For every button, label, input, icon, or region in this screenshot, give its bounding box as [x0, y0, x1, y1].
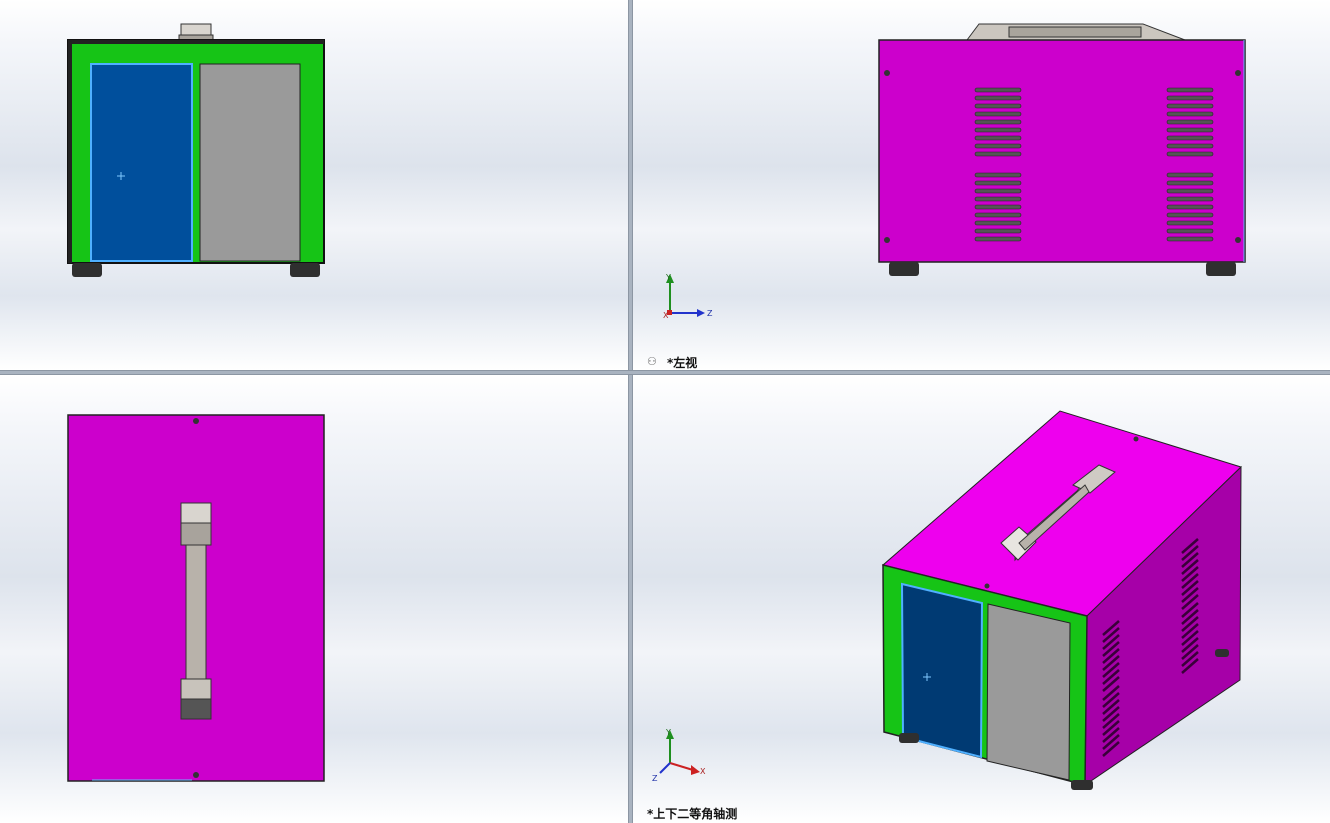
triad-x-label: X [663, 311, 669, 320]
vent-slot [974, 172, 1022, 178]
vent-slot [1166, 151, 1214, 157]
vent-slot [974, 135, 1022, 141]
vent-slot [1166, 188, 1214, 194]
triad-z-label: Z [707, 309, 713, 318]
glasses-icon: ⚇ [647, 355, 657, 368]
vent-slot [1166, 143, 1214, 149]
vent-slot [1166, 127, 1214, 133]
gray-panel [199, 63, 301, 262]
vent-slot [974, 236, 1022, 242]
vent-slot [974, 151, 1022, 157]
vent-slot [1166, 135, 1214, 141]
front-frame-edge [68, 40, 72, 263]
vent-slot [974, 228, 1022, 234]
left-view-viewport[interactable]: Y Z X ⚇ *左视 [633, 0, 1330, 370]
top-view-drawing [67, 414, 325, 782]
vent-slot [1166, 180, 1214, 186]
vent-slot [1166, 119, 1214, 125]
viewport-splitter-vertical[interactable] [628, 0, 633, 823]
vent-slot [974, 119, 1022, 125]
vent-slot [974, 188, 1022, 194]
vent-slot [974, 143, 1022, 149]
vent-slot [974, 103, 1022, 109]
vent-slot [1166, 196, 1214, 202]
handle-end-bottom [180, 678, 212, 700]
vent-slot [974, 87, 1022, 93]
left-view-drawing: Y Z X [663, 23, 1246, 320]
foot-right [1206, 262, 1236, 276]
vent-slot [974, 212, 1022, 218]
vent-slot [1166, 220, 1214, 226]
front-view-drawing [67, 23, 325, 277]
vent-slot [974, 180, 1022, 186]
viewport-splitter-horizontal[interactable] [0, 370, 1330, 375]
foot-left [72, 263, 102, 277]
blue-door [90, 63, 193, 262]
iso-gray-panel [986, 603, 1071, 781]
vent-slot [974, 111, 1022, 117]
vent-slot [974, 127, 1022, 133]
vent-slot [1166, 87, 1214, 93]
handle-end-top [180, 502, 212, 524]
vent-slot [1166, 228, 1214, 234]
vent-slot [974, 95, 1022, 101]
vent-slot [1166, 111, 1214, 117]
isometric-view-viewport[interactable]: Y X Z *上下二等角轴测 [633, 375, 1330, 823]
cad-workspace: Y Z X ⚇ *左视 Y X Z *上下二等角轴测 [0, 0, 1330, 823]
foot-right [290, 263, 320, 277]
vent-slot [1166, 172, 1214, 178]
front-frame-top-edge [68, 40, 324, 44]
vent-slot [1166, 236, 1214, 242]
view-label: *上下二等角轴测 [647, 807, 738, 821]
vent-slot [1166, 204, 1214, 210]
triad-z-label: Z [652, 774, 658, 783]
vent-slot [974, 204, 1022, 210]
top-view-viewport[interactable] [0, 375, 628, 823]
triad-y-label: Y [665, 728, 671, 737]
foot-left [889, 262, 919, 276]
axis-triad-iso: Y X Z [652, 728, 706, 783]
vent-slot [1166, 103, 1214, 109]
axis-triad: Y Z X [663, 273, 713, 320]
front-view-viewport[interactable] [0, 0, 628, 370]
isometric-drawing: Y X Z [652, 410, 1242, 790]
vent-slot [974, 196, 1022, 202]
iso-blue-door [900, 582, 984, 759]
handle-bar [185, 544, 207, 680]
vent-slot [1166, 212, 1214, 218]
triad-x-label: X [700, 767, 706, 776]
view-label: *左视 [667, 356, 698, 370]
triad-y-label: Y [665, 273, 671, 282]
vent-slot [974, 220, 1022, 226]
vent-slot [1166, 95, 1214, 101]
